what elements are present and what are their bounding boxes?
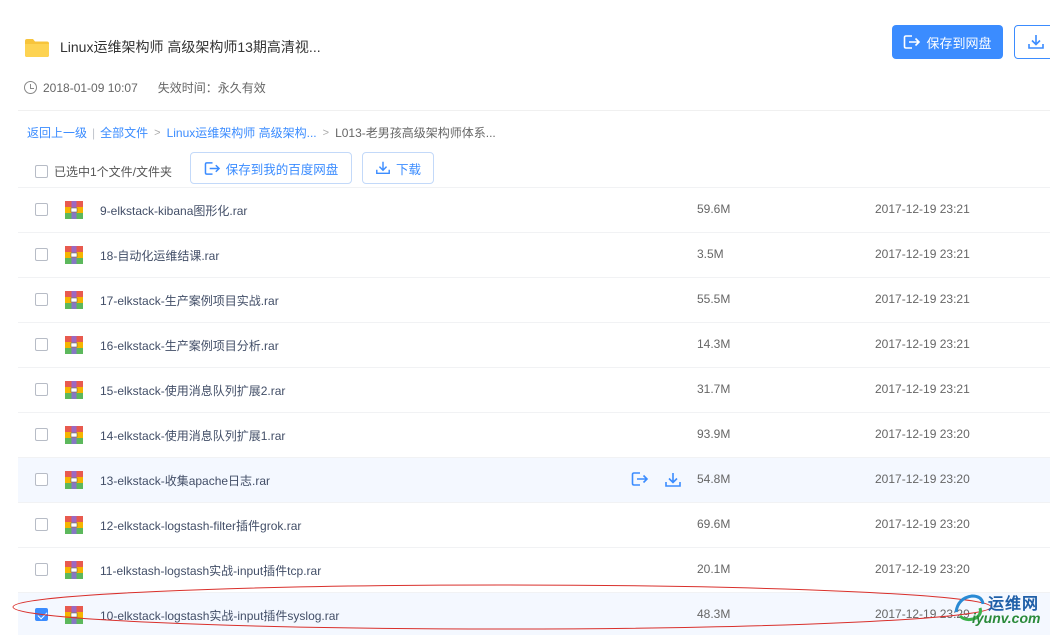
share-meta: 2018-01-09 10:07 失效时间：永久有效 [24, 79, 266, 96]
file-checkbox[interactable] [35, 248, 48, 261]
watermark-logo: 运维网 iyunv.com [950, 584, 1050, 630]
file-row[interactable]: 10-elkstack-logstash实战-input插件syslog.rar… [18, 592, 1050, 635]
rar-file-icon [64, 380, 84, 400]
file-time: 2017-12-19 23:21 [875, 337, 970, 351]
download-icon [376, 161, 390, 175]
file-size: 20.1M [697, 562, 731, 576]
file-checkbox[interactable] [35, 518, 48, 531]
file-time: 2017-12-19 23:20 [875, 472, 970, 486]
watermark-en: iyunv.com [972, 610, 1041, 626]
rar-file-icon [64, 245, 84, 265]
download-top-button[interactable] [1014, 25, 1050, 59]
breadcrumb-separator: | [92, 125, 96, 140]
file-row[interactable]: 12-elkstack-logstash-filter插件grok.rar 69.… [18, 502, 1050, 547]
folder-icon [25, 39, 49, 57]
save-icon [904, 35, 921, 49]
share-date: 2018-01-09 10:07 [43, 80, 138, 95]
file-size: 3.5M [697, 247, 724, 261]
breadcrumb-all-files-link[interactable]: 全部文件 [100, 124, 148, 141]
file-name[interactable]: 11-elkstash-logstash实战-input插件tcp.rar [100, 562, 321, 579]
header-divider [18, 110, 1050, 111]
file-checkbox[interactable] [35, 293, 48, 306]
share-title: Linux运维架构师 高级架构师13期高清视... [60, 39, 321, 55]
file-name[interactable]: 16-elkstack-生产案例项目分析.rar [100, 337, 279, 354]
file-checkbox[interactable] [35, 608, 48, 621]
file-row[interactable]: 14-elkstack-使用消息队列扩展1.rar 93.9M 2017-12-19… [18, 412, 1050, 457]
share-header: Linux运维架构师 高级架构师13期高清视... 2018-01-09 10:… [0, 0, 1050, 110]
file-name[interactable]: 18-自动化运维结课.rar [100, 247, 219, 264]
file-checkbox[interactable] [35, 383, 48, 396]
save-icon[interactable] [631, 471, 649, 489]
file-size: 54.8M [697, 472, 731, 486]
chevron-right-icon: > [322, 126, 330, 139]
rar-file-icon [64, 290, 84, 310]
file-row[interactable]: 16-elkstack-生产案例项目分析.rar 14.3M 2017-12-19 … [18, 322, 1050, 367]
share-expire: 失效时间：永久有效 [157, 81, 266, 95]
file-checkbox[interactable] [35, 473, 48, 486]
breadcrumb: 返回上一级 | 全部文件 > Linux运维架构师 高级架构... > L013… [27, 124, 496, 141]
file-time: 2017-12-19 23:20 [875, 562, 970, 576]
breadcrumb-current: L013-老男孩高级架构师体系... [335, 126, 496, 140]
file-size: 31.7M [697, 382, 731, 396]
clock-icon [24, 81, 37, 94]
breadcrumb-back-link[interactable]: 返回上一级 [27, 124, 87, 141]
file-time: 2017-12-19 23:21 [875, 247, 970, 261]
rar-file-icon [64, 605, 84, 625]
select-all-checkbox[interactable] [35, 165, 48, 178]
file-checkbox[interactable] [35, 338, 48, 351]
file-row[interactable]: 18-自动化运维结课.rar 3.5M 2017-12-19 23:21 [18, 232, 1050, 277]
file-name[interactable]: 12-elkstack-logstash-filter插件grok.rar [100, 517, 301, 534]
rar-file-icon [64, 335, 84, 355]
file-size: 69.6M [697, 517, 731, 531]
file-name[interactable]: 13-elkstack-收集apache日志.rar [100, 472, 270, 489]
download-icon[interactable] [664, 471, 682, 489]
file-row[interactable]: 13-elkstack-收集apache日志.rar 54.8M 2017-12-1… [18, 457, 1050, 502]
file-row[interactable]: 11-elkstash-logstash实战-input插件tcp.rar 20.… [18, 547, 1050, 592]
rar-file-icon [64, 515, 84, 535]
rar-file-icon [64, 425, 84, 445]
selection-toolbar: 已选中1个文件/文件夹 保存到我的百度网盘 下载 [0, 152, 1050, 188]
file-size: 14.3M [697, 337, 731, 351]
file-size: 48.3M [697, 607, 731, 621]
file-row[interactable]: 9-elkstack-kibana图形化.rar 59.6M 2017-12-19 … [18, 187, 1050, 232]
save-to-baidu-label: 保存到我的百度网盘 [225, 162, 339, 177]
download-button[interactable]: 下载 [362, 152, 434, 184]
download-icon [1028, 35, 1044, 49]
file-time: 2017-12-19 23:21 [875, 382, 970, 396]
save-to-netdisk-button[interactable]: 保存到网盘 [892, 25, 1003, 59]
save-to-netdisk-label: 保存到网盘 [926, 35, 992, 51]
rar-file-icon [64, 200, 84, 220]
file-checkbox[interactable] [35, 428, 48, 441]
file-name[interactable]: 14-elkstack-使用消息队列扩展1.rar [100, 427, 285, 444]
rar-file-icon [64, 560, 84, 580]
file-list: 9-elkstack-kibana图形化.rar 59.6M 2017-12-19 … [18, 187, 1050, 635]
file-name[interactable]: 9-elkstack-kibana图形化.rar [100, 202, 247, 219]
breadcrumb-folder-link[interactable]: Linux运维架构师 高级架构... [167, 124, 317, 141]
download-label: 下载 [395, 162, 421, 177]
file-size: 59.6M [697, 202, 731, 216]
file-checkbox[interactable] [35, 563, 48, 576]
file-size: 93.9M [697, 427, 731, 441]
save-to-baidu-button[interactable]: 保存到我的百度网盘 [190, 152, 352, 184]
chevron-right-icon: > [154, 126, 161, 139]
selected-count-label: 已选中1个文件/文件夹 [54, 165, 173, 179]
file-row[interactable]: 17-elkstack-生产案例项目实战.rar 55.5M 2017-12-19 … [18, 277, 1050, 322]
file-checkbox[interactable] [35, 203, 48, 216]
save-icon [204, 161, 220, 175]
file-time: 2017-12-19 23:21 [875, 202, 970, 216]
file-time: 2017-12-19 23:20 [875, 517, 970, 531]
file-name[interactable]: 10-elkstack-logstash实战-input插件syslog.rar [100, 607, 339, 624]
file-name[interactable]: 17-elkstack-生产案例项目实战.rar [100, 292, 279, 309]
file-name[interactable]: 15-elkstack-使用消息队列扩展2.rar [100, 382, 285, 399]
rar-file-icon [64, 470, 84, 490]
file-size: 55.5M [697, 292, 731, 306]
file-time: 2017-12-19 23:20 [875, 427, 970, 441]
file-time: 2017-12-19 23:21 [875, 292, 970, 306]
select-all[interactable]: 已选中1个文件/文件夹 [35, 163, 172, 180]
file-row[interactable]: 15-elkstack-使用消息队列扩展2.rar 31.7M 2017-12-19… [18, 367, 1050, 412]
